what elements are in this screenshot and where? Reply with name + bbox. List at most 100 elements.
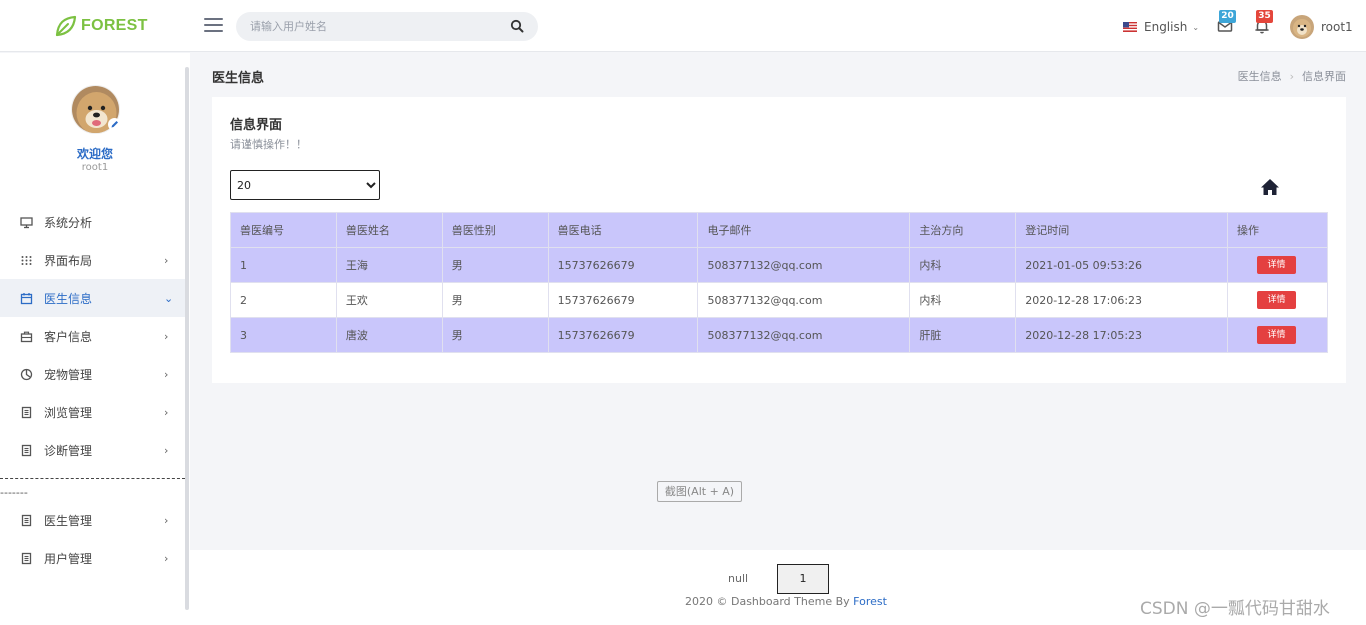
- column-header[interactable]: 登记时间: [1015, 212, 1228, 248]
- user-menu[interactable]: root1: [1290, 15, 1353, 39]
- page-size-select[interactable]: 20: [230, 170, 380, 200]
- document-icon: [21, 444, 32, 456]
- detail-button[interactable]: 详情: [1256, 256, 1296, 274]
- mail-button[interactable]: 20: [1216, 10, 1236, 35]
- column-header[interactable]: 电子邮件: [697, 212, 911, 248]
- table-cell: 2021-01-05 09:53:26: [1015, 247, 1228, 283]
- home-icon[interactable]: [1260, 177, 1280, 197]
- sidebar-item-browse-management[interactable]: 浏览管理 ›: [0, 393, 185, 431]
- language-selector[interactable]: English ⌄: [1123, 20, 1199, 34]
- sidebar-item-label: 宠物管理: [44, 367, 93, 382]
- table-cell: 男: [441, 247, 549, 283]
- copyright: 2020 © Dashboard Theme By Forest: [685, 595, 887, 608]
- notification-count-badge: 35: [1256, 10, 1273, 23]
- edit-profile-button[interactable]: [108, 118, 121, 131]
- pager-label: null: [728, 572, 749, 585]
- table-row: 3 唐波 男 15737626679 508377132@qq.com 肝脏 2…: [230, 317, 1329, 353]
- paw-icon: [20, 368, 33, 380]
- leaf-logo-icon: [55, 15, 77, 37]
- table-cell: 详情: [1226, 247, 1329, 283]
- chevron-right-icon: ›: [164, 329, 169, 343]
- sidebar-item-label: 客户信息: [44, 329, 93, 344]
- table-cell: 王海: [335, 247, 443, 283]
- chevron-down-icon: ⌄: [1192, 22, 1200, 32]
- mail-count-badge: 20: [1219, 10, 1236, 23]
- sidebar-item-layout[interactable]: 界面布局 ›: [0, 241, 185, 279]
- sidebar-item-label: 界面布局: [44, 253, 93, 268]
- table-cell: 内科: [909, 282, 1017, 318]
- screenshot-hint[interactable]: 截图(Alt + A): [657, 481, 742, 502]
- table-cell: 1: [230, 247, 337, 283]
- page-title: 医生信息: [212, 71, 265, 86]
- detail-button[interactable]: 详情: [1256, 326, 1296, 344]
- chevron-right-icon: ›: [164, 443, 169, 457]
- table-header-row: 兽医编号 兽医姓名 兽医性别 兽医电话 电子邮件 主治方向 登记时间 操作: [230, 212, 1329, 248]
- detail-button[interactable]: 详情: [1256, 291, 1296, 309]
- table-row: 1 王海 男 15737626679 508377132@qq.com 内科 2…: [230, 247, 1329, 283]
- document-icon: [21, 552, 32, 564]
- sidebar-item-doctor-info[interactable]: 医生信息 ⌄: [0, 279, 185, 317]
- search-input[interactable]: [250, 18, 500, 35]
- table-cell: 508377132@qq.com: [697, 247, 911, 283]
- card-subtitle: 请谨慎操作！！: [230, 138, 307, 151]
- table-cell: 详情: [1226, 317, 1329, 353]
- sidebar-item-pet-management[interactable]: 宠物管理 ›: [0, 355, 185, 393]
- sidebar-item-label: 浏览管理: [44, 405, 93, 420]
- sidebar-item-label: 医生管理: [44, 513, 93, 528]
- table-cell: 15737626679: [547, 317, 699, 353]
- column-header[interactable]: 兽医姓名: [335, 212, 443, 248]
- logo-text: FOREST: [81, 17, 148, 34]
- info-card: 信息界面 请谨慎操作！！ 20 兽医编号 兽医姓名 兽医性别 兽医电话 电子邮件…: [212, 97, 1346, 383]
- sidebar-item-doctor-management[interactable]: 医生管理 ›: [0, 501, 185, 539]
- avatar: [1290, 15, 1314, 39]
- column-header[interactable]: 兽医电话: [547, 212, 699, 248]
- column-header: 操作: [1226, 212, 1329, 248]
- search-icon[interactable]: [510, 19, 524, 33]
- sidebar-item-diagnosis-management[interactable]: 诊断管理 ›: [0, 431, 185, 469]
- chevron-down-icon: ⌄: [164, 291, 174, 305]
- language-label: English: [1144, 20, 1188, 34]
- chevron-right-icon: ›: [164, 551, 169, 565]
- document-icon: [21, 406, 32, 418]
- monitor-icon: [20, 216, 33, 228]
- user-name: root1: [1321, 20, 1353, 34]
- table-cell: 15737626679: [547, 282, 699, 318]
- sidebar-item-label: 系统分析: [44, 215, 93, 230]
- table-cell: 男: [441, 317, 549, 353]
- welcome-text: 欢迎您: [76, 147, 113, 161]
- menu-toggle-icon[interactable]: [204, 18, 223, 32]
- sidebar-divider: [0, 478, 185, 479]
- table-cell: 王欢: [335, 282, 443, 318]
- logo[interactable]: FOREST: [54, 14, 148, 38]
- document-icon: [21, 514, 32, 526]
- sidebar-username: root1: [81, 162, 109, 173]
- watermark: CSDN @一瓢代码甘甜水: [1140, 599, 1330, 619]
- sidebar-item-label: 用户管理: [44, 551, 93, 566]
- breadcrumb: 医生信息 › 信息界面: [1238, 68, 1346, 84]
- sidebar-item-customer-info[interactable]: 客户信息 ›: [0, 317, 185, 355]
- sidebar-item-user-management[interactable]: 用户管理 ›: [0, 539, 185, 577]
- chevron-right-icon: ›: [164, 513, 169, 527]
- us-flag-icon: [1123, 22, 1137, 32]
- sidebar-divider-text: -------: [0, 486, 28, 499]
- search-bar: [236, 12, 538, 41]
- column-header[interactable]: 主治方向: [909, 212, 1017, 248]
- page-number-button[interactable]: 1: [777, 564, 829, 594]
- sidebar-item-label: 医生信息: [44, 291, 93, 306]
- table-cell: 15737626679: [547, 247, 699, 283]
- sidebar-item-system-analysis[interactable]: 系统分析: [0, 203, 185, 241]
- doctor-table: 兽医编号 兽医姓名 兽医性别 兽医电话 电子邮件 主治方向 登记时间 操作 1 …: [230, 212, 1329, 353]
- column-header[interactable]: 兽医性别: [441, 212, 549, 248]
- table-row: 2 王欢 男 15737626679 508377132@qq.com 内科 2…: [230, 282, 1329, 318]
- breadcrumb-link[interactable]: 医生信息: [1238, 68, 1282, 84]
- table-cell: 2020-12-28 17:05:23: [1015, 317, 1228, 353]
- column-header[interactable]: 兽医编号: [230, 212, 337, 248]
- table-cell: 唐波: [335, 317, 443, 353]
- breadcrumb-separator-icon: ›: [1289, 69, 1294, 83]
- table-cell: 2020-12-28 17:06:23: [1015, 282, 1228, 318]
- forest-link[interactable]: Forest: [853, 595, 887, 608]
- grid-icon: [21, 255, 32, 265]
- table-cell: 508377132@qq.com: [697, 282, 911, 318]
- notification-button[interactable]: 35: [1253, 10, 1273, 35]
- table-cell: 2: [230, 282, 337, 318]
